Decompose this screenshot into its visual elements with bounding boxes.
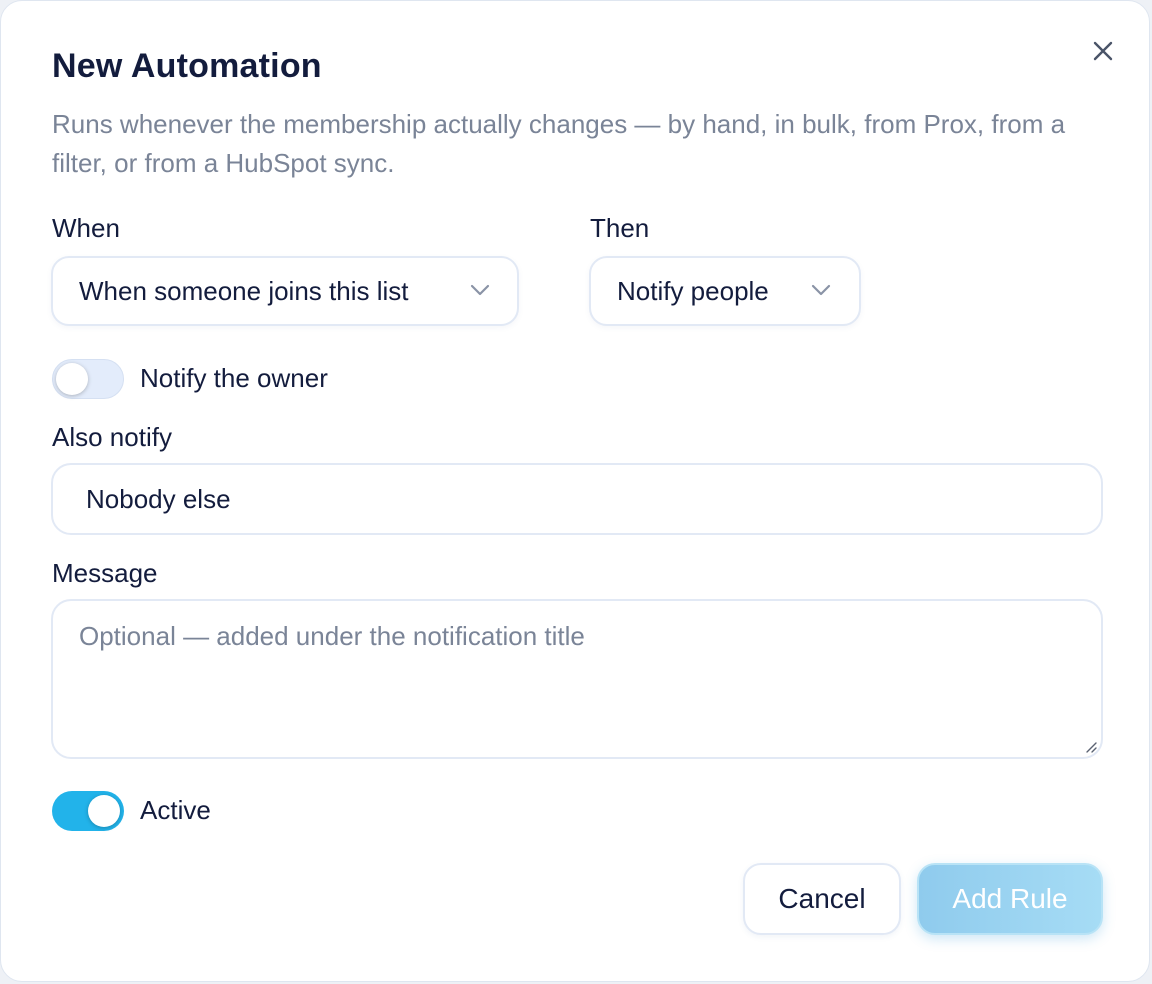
resize-handle-icon[interactable] — [1081, 737, 1097, 753]
message-textarea[interactable]: Optional — added under the notification … — [51, 599, 1103, 759]
active-label: Active — [140, 795, 211, 825]
add-rule-button[interactable]: Add Rule — [917, 863, 1103, 935]
dialog-title: New Automation — [52, 47, 322, 85]
trigger-label: When — [52, 213, 120, 243]
new-automation-dialog: New Automation Runs whenever the members… — [0, 0, 1150, 982]
close-button[interactable] — [1089, 37, 1117, 65]
toggle-knob — [56, 363, 88, 395]
cancel-button[interactable]: Cancel — [743, 863, 901, 935]
also-notify-value: Nobody else — [86, 483, 231, 514]
notify-owner-label: Notify the owner — [140, 363, 328, 393]
dialog-subtitle: Runs whenever the membership actually ch… — [52, 109, 1066, 178]
message-placeholder: Optional — added under the notification … — [79, 621, 585, 651]
action-select[interactable]: Notify people — [589, 256, 861, 326]
chevron-down-icon — [470, 284, 490, 296]
trigger-select-value: When someone joins this list — [79, 275, 409, 306]
chevron-down-icon — [811, 284, 831, 296]
active-toggle[interactable] — [52, 791, 124, 831]
message-label: Message — [52, 558, 158, 588]
notify-owner-toggle[interactable] — [52, 359, 124, 399]
trigger-select[interactable]: When someone joins this list — [51, 256, 519, 326]
also-notify-label: Also notify — [52, 422, 172, 452]
also-notify-field[interactable]: Nobody else — [51, 463, 1103, 535]
action-select-value: Notify people — [617, 275, 769, 306]
action-label: Then — [590, 213, 650, 243]
close-icon — [1093, 41, 1113, 61]
toggle-knob — [88, 795, 120, 827]
